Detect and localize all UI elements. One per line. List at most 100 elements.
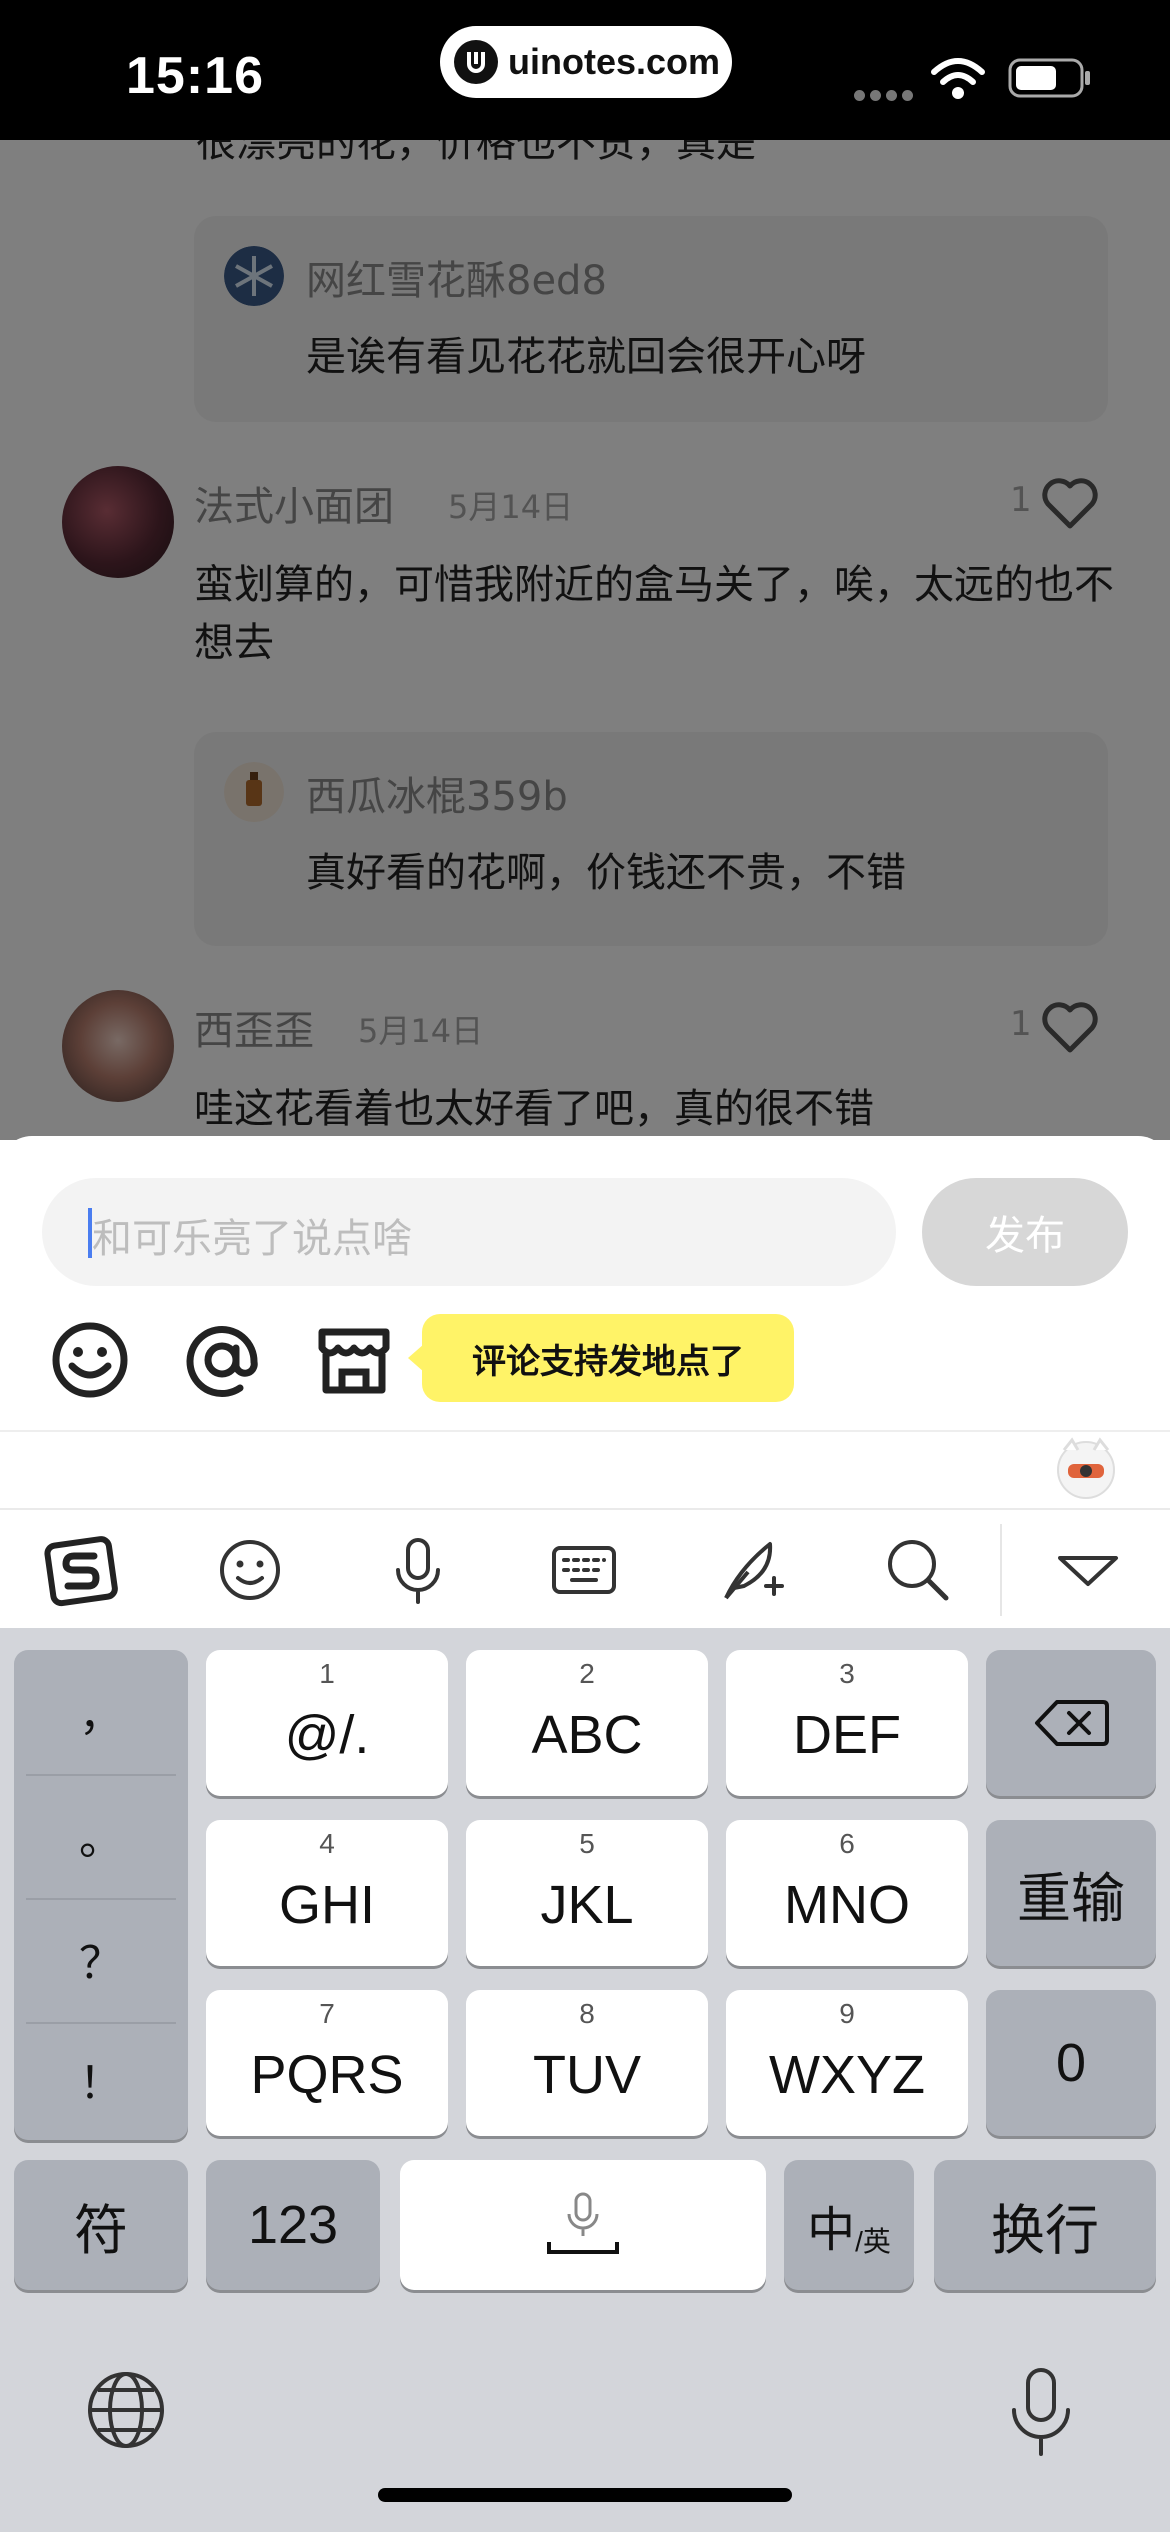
reply-username[interactable]: 网红雪花酥8ed8 [306,248,607,306]
comment-feed: 很漂亮的花，价格也不贵，真是 网红雪花酥8ed8 是诶有看见花花就回会很开心呀 … [0,140,1170,1140]
return-key[interactable]: 换行 [934,2160,1156,2290]
reply-card[interactable]: 网红雪花酥8ed8 是诶有看见花花就回会很开心呀 [194,216,1108,422]
comment-text: 蛮划算的，可惜我附近的盒马关了，唉，太远的也不想去 [194,562,1114,666]
toolbar-separator [1000,1524,1002,1616]
lang-sub-label: /英 [855,2226,891,2257]
reply-username[interactable]: 西瓜冰棍359b [306,764,568,822]
symbol-key[interactable]: 符 [14,2160,188,2290]
comment-username[interactable]: 法式小面团 [194,474,394,532]
key-9[interactable]: 9 WXYZ [726,1990,968,2136]
comment-placeholder: 和可乐亮了说点啥 [92,1216,412,1262]
comment-date: 5月14日 [448,488,574,526]
home-indicator[interactable] [378,2488,792,2502]
url-text: uinotes.com [508,41,721,82]
key-label: PQRS [250,2045,404,2105]
emoji-icon[interactable] [48,1318,132,1402]
key-label: GHI [278,1875,375,1935]
comment-composer: 和可乐亮了说点啥 发布 评论支持发地点了 [0,1136,1170,1508]
key-2[interactable]: 2 ABC [466,1650,708,1796]
comment-date: 5月14日 [358,1012,484,1050]
return-label: 换行 [991,2200,1099,2261]
key-0[interactable]: 0 [986,1990,1156,2136]
reply-avatar [224,246,284,306]
key-5[interactable]: 5 JKL [466,1820,708,1966]
key-label: @/. [284,1705,370,1765]
key-label: MNO [784,1875,910,1935]
sogou-logo-icon[interactable] [44,1532,120,1608]
keyboard-mascot-icon[interactable] [1054,1436,1118,1500]
key-label: DEF [793,1705,901,1765]
key-number: 4 [319,1828,335,1859]
punctuation-column[interactable]: ， 。 ？ ！ [14,1650,188,2140]
space-key[interactable] [400,2160,766,2290]
key-number: 1 [319,1658,335,1689]
key-label: TUV [533,2045,641,2105]
key-number: 2 [579,1658,595,1689]
key-1[interactable]: 1 @/. [206,1650,448,1796]
battery-icon [1008,58,1090,98]
key-number: 8 [579,1998,595,2029]
publish-button[interactable]: 发布 [922,1178,1128,1286]
key-number: 6 [839,1828,855,1859]
key-6[interactable]: 6 MNO [726,1820,968,1966]
site-logo-icon [454,40,498,84]
punct-question-key[interactable]: ？ [14,1898,188,2020]
heart-icon[interactable] [1040,1000,1100,1054]
key-3[interactable]: 3 DEF [726,1650,968,1796]
key-label: ABC [531,1705,643,1765]
language-switch-key[interactable]: 中/英 [784,2160,914,2290]
avatar[interactable] [62,990,174,1102]
keyboard-toolbar [0,1508,1170,1628]
voice-input-icon[interactable] [380,1532,456,1608]
reinput-label: 重输 [1017,1868,1125,1929]
avatar[interactable] [62,466,174,578]
back-arrow-icon[interactable] [56,210,120,258]
numeric-key[interactable]: 123 [206,2160,380,2290]
quill-ai-icon[interactable] [714,1532,790,1608]
key-number: 5 [579,1828,595,1859]
lang-main-label: 中 [807,2204,856,2257]
partial-comment-text: 很漂亮的花，价格也不贵，真是 [196,140,756,166]
signal-icon [854,86,918,105]
comment-input[interactable]: 和可乐亮了说点啥 [42,1178,896,1286]
hide-keyboard-icon[interactable] [1050,1532,1126,1608]
reply-avatar [224,762,284,822]
like-count: 1 [1010,1004,1032,1044]
punct-period-key[interactable]: 。 [14,1774,188,1896]
comment-username[interactable]: 西歪歪 [194,998,314,1056]
backspace-key[interactable] [986,1650,1156,1796]
mention-icon[interactable] [180,1318,264,1402]
keyboard: ， 。 ？ ！ 1 @/. 2 ABC 3 DEF 4 GHI 5 JKL 6 … [0,1628,1170,2532]
keyboard-icon[interactable] [546,1532,622,1608]
reinput-key[interactable]: 重输 [986,1820,1156,1966]
reply-text: 是诶有看见花花就回会很开心呀 [306,334,866,380]
url-pill[interactable]: uinotes.com [440,26,732,98]
key-7[interactable]: 7 PQRS [206,1990,448,2136]
zero-label: 0 [1055,2033,1087,2093]
heart-icon[interactable] [1040,476,1100,530]
search-icon[interactable] [880,1532,956,1608]
reply-card[interactable]: 西瓜冰棍359b 真好看的花啊，价钱还不贵，不错 [194,732,1108,946]
divider [0,1430,1170,1432]
emoji-icon[interactable] [212,1532,288,1608]
like-count: 1 [1010,480,1032,520]
comment-text: 哇这花看着也太好看了吧，真的很不错 [194,1086,874,1132]
backspace-icon [1035,1700,1109,1746]
key-4[interactable]: 4 GHI [206,1820,448,1966]
space-mic-icon [547,2192,619,2254]
key-8[interactable]: 8 TUV [466,1990,708,2136]
store-location-icon[interactable] [312,1318,396,1402]
key-label: WXYZ [769,2045,925,2105]
reply-text: 真好看的花啊，价钱还不贵，不错 [306,850,906,896]
key-number: 3 [839,1658,855,1689]
location-tooltip: 评论支持发地点了 [408,1314,794,1402]
key-label: JKL [540,1875,634,1935]
status-bar: 15:16 uinotes.com [0,0,1170,140]
punct-comma-key[interactable]: ， [14,1650,188,1772]
status-time: 15:16 [126,47,264,105]
numeric-label: 123 [247,2195,339,2255]
globe-icon[interactable] [84,2368,168,2452]
punct-exclaim-key[interactable]: ！ [14,2018,188,2140]
dictation-icon[interactable] [1006,2366,1076,2458]
wifi-icon [931,58,985,99]
